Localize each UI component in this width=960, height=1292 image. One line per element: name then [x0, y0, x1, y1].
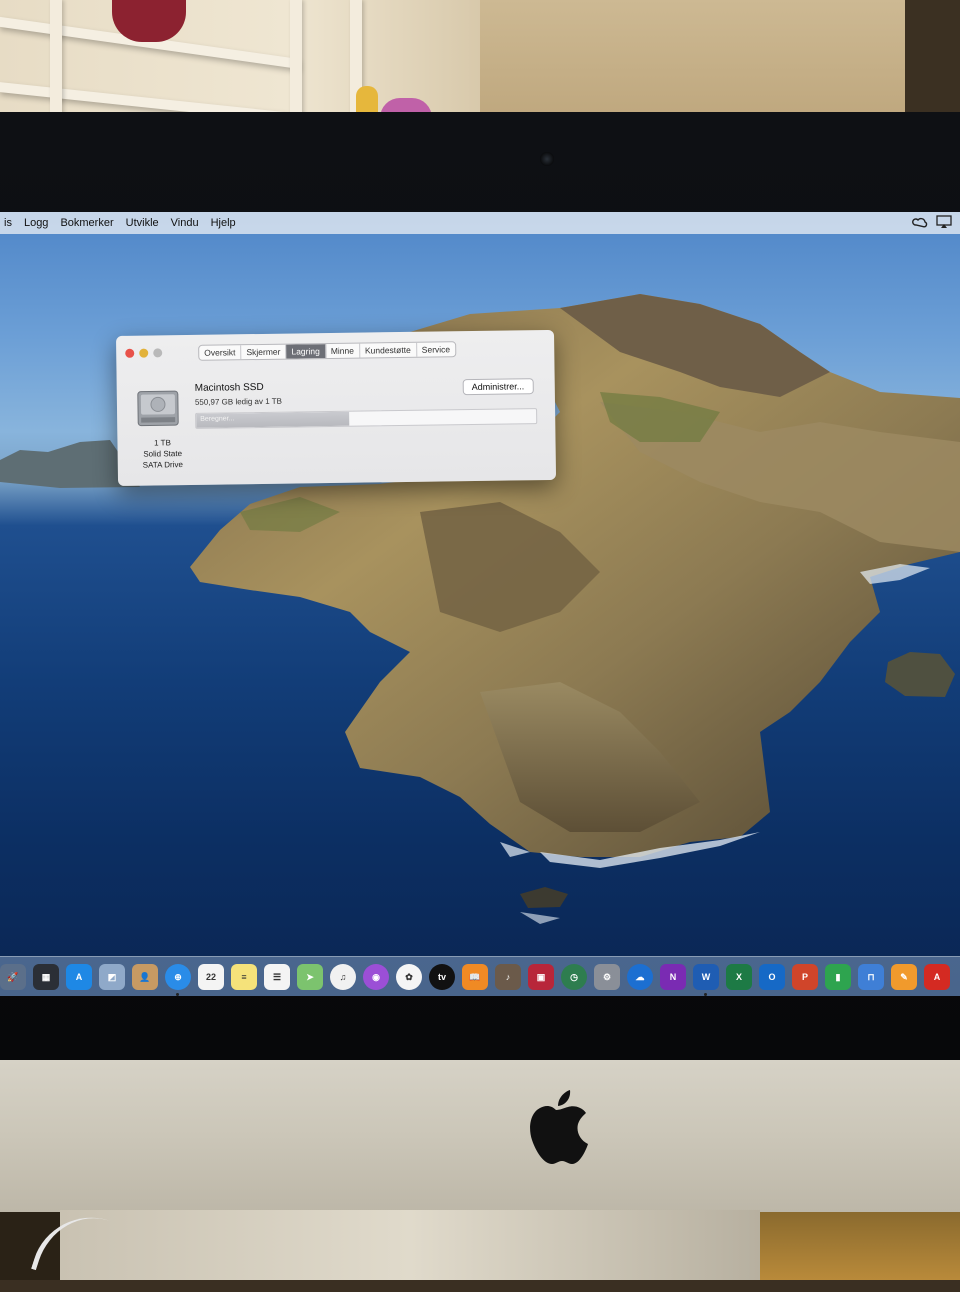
menu-item-log[interactable]: Logg — [24, 217, 56, 229]
dock: 🚀 ▦ A ◩ 👤 ⊕ 22 ≡ ☰ ➤ ♫ ◉ ✿ tv 📖 ♪ ▣ ◷ ⚙ ☁ N W X O P ▮ ⊓ ✎ A — [0, 956, 960, 996]
excel-icon[interactable]: X — [726, 964, 752, 990]
close-window-button[interactable] — [125, 348, 135, 358]
keynote-glyph: ⊓ — [867, 971, 875, 982]
running-indicator — [176, 993, 179, 996]
storage-usage-bar: Beregner... — [195, 408, 538, 429]
acrobat-glyph: A — [933, 972, 941, 982]
airplay-icon[interactable] — [936, 215, 952, 229]
doorway — [905, 0, 960, 120]
notes-glyph: ≡ — [241, 972, 247, 982]
tab-displays[interactable]: Skjermer — [241, 344, 287, 360]
music-glyph: ♫ — [339, 972, 347, 982]
onedrive-glyph: ☁ — [635, 971, 645, 982]
mission-control-icon[interactable]: ▦ — [33, 964, 59, 990]
storage-usage-label: Beregner... — [200, 415, 235, 423]
keynote-icon[interactable]: ⊓ — [858, 964, 884, 990]
pages-icon[interactable]: ✎ — [891, 964, 917, 990]
contacts-glyph: 👤 — [139, 971, 151, 982]
camera — [540, 152, 554, 166]
desktop-screen: is Logg Bokmerker Utvikle Vindu Hjelp Ov… — [0, 212, 960, 996]
system-preferences-glyph: ⚙ — [602, 971, 612, 982]
preview-glyph: ◩ — [107, 971, 117, 982]
menu-item-window[interactable]: Vindu — [171, 217, 207, 229]
tab-support[interactable]: Kundestøtte — [359, 342, 417, 358]
powerpoint-icon[interactable]: P — [792, 964, 818, 990]
instruments-glyph: ♪ — [505, 972, 511, 982]
numbers-icon[interactable]: ▮ — [825, 964, 851, 990]
menu-bar-status — [912, 215, 952, 229]
podcasts-glyph: ◉ — [372, 971, 380, 982]
app-store-glyph: A — [75, 972, 83, 982]
numbers-glyph: ▮ — [835, 971, 841, 982]
safari-icon[interactable]: ⊕ — [165, 964, 191, 996]
onenote-glyph: N — [669, 972, 677, 982]
menu-item-help[interactable]: Hjelp — [211, 217, 244, 229]
apple-logo-icon — [530, 1090, 588, 1164]
safari-glyph: ⊕ — [174, 971, 182, 982]
onenote-icon[interactable]: N — [660, 964, 686, 990]
creative-cloud-icon[interactable] — [912, 215, 928, 229]
notes-icon[interactable]: ≡ — [231, 964, 257, 990]
tab-storage[interactable]: Lagring — [286, 344, 326, 359]
menu-item-history[interactable]: is — [4, 217, 20, 229]
apple-tv-glyph: tv — [437, 972, 446, 982]
podcasts-icon[interactable]: ◉ — [363, 964, 389, 990]
disk-type-line2: SATA Drive — [142, 460, 183, 470]
outlook-icon[interactable]: O — [759, 964, 785, 990]
time-machine-icon[interactable]: ◷ — [561, 964, 587, 990]
books-glyph: 📖 — [469, 971, 481, 982]
photos-glyph: ✿ — [405, 971, 413, 982]
photos-icon[interactable]: ✿ — [396, 964, 422, 990]
calendar-glyph: 22 — [205, 972, 216, 982]
onedrive-icon[interactable]: ☁ — [627, 964, 653, 990]
excel-glyph: X — [735, 972, 742, 982]
music-icon[interactable]: ♫ — [330, 964, 356, 990]
preview-icon[interactable]: ◩ — [99, 964, 125, 990]
photo-booth-glyph: ▣ — [536, 971, 546, 982]
launchpad-icon[interactable]: 🚀 — [0, 964, 26, 990]
hard-drive-icon — [137, 390, 179, 427]
pages-glyph: ✎ — [900, 971, 908, 982]
tab-memory[interactable]: Minne — [325, 343, 361, 359]
maps-glyph: ➤ — [306, 971, 314, 982]
menu-item-bookmarks[interactable]: Bokmerker — [60, 217, 121, 229]
launchpad-glyph: 🚀 — [7, 971, 19, 982]
apple-tv-icon[interactable]: tv — [429, 964, 455, 990]
reminders-glyph: ☰ — [272, 971, 282, 982]
word-glyph: W — [701, 972, 711, 982]
powerpoint-glyph: P — [801, 972, 808, 982]
reminders-icon[interactable]: ☰ — [264, 964, 290, 990]
time-machine-glyph: ◷ — [570, 971, 578, 982]
mission-control-glyph: ▦ — [41, 971, 51, 982]
manage-storage-button[interactable]: Administrer... — [462, 378, 534, 396]
app-store-icon[interactable]: A — [66, 964, 92, 990]
tab-service[interactable]: Service — [417, 342, 456, 357]
menu-bar: is Logg Bokmerker Utvikle Vindu Hjelp — [0, 212, 960, 234]
tab-bar: Oversikt Skjermer Lagring Minne Kundestø… — [198, 341, 457, 361]
disk-free-space: 550,97 GB ledig av 1 TB — [194, 396, 283, 407]
books-icon[interactable]: 📖 — [462, 964, 488, 990]
about-this-mac-window: Oversikt Skjermer Lagring Minne Kundestø… — [116, 329, 557, 486]
contacts-icon[interactable]: 👤 — [132, 964, 158, 990]
menu-item-develop[interactable]: Utvikle — [126, 217, 167, 229]
zoom-window-button[interactable] — [153, 348, 163, 358]
acrobat-icon[interactable]: A — [924, 964, 950, 990]
system-preferences-icon[interactable]: ⚙ — [594, 964, 620, 990]
photo-booth-icon[interactable]: ▣ — [528, 964, 554, 990]
word-icon[interactable]: W — [693, 964, 719, 996]
calendar-icon[interactable]: 22 — [198, 964, 224, 990]
disk-caption: 1 TB Solid State SATA Drive — [127, 437, 197, 471]
monitor-stand — [60, 1210, 760, 1280]
disk-name: Macintosh SSD — [194, 381, 264, 394]
monitor-chin — [0, 1060, 960, 1212]
outlook-glyph: O — [768, 972, 776, 982]
tab-overview[interactable]: Oversikt — [199, 345, 242, 360]
minimize-window-button[interactable] — [139, 348, 149, 358]
maps-icon[interactable]: ➤ — [297, 964, 323, 990]
running-indicator — [704, 993, 707, 996]
instruments-icon[interactable]: ♪ — [495, 964, 521, 990]
catalina-wallpaper — [0, 294, 960, 924]
